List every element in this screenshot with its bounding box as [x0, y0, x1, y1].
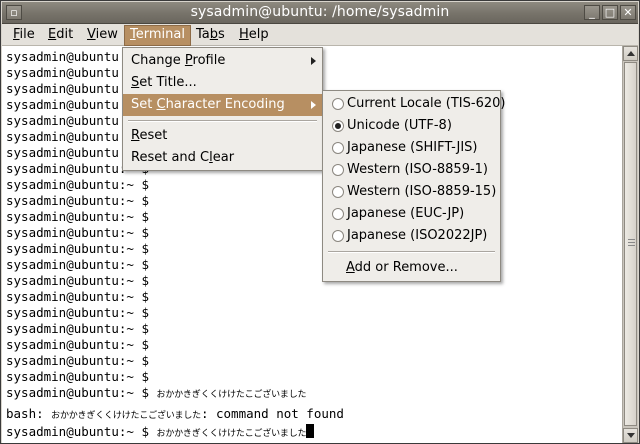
terminal-line-current: sysadmin@ubuntu:~ $ おかかきぎくくけけたこございました: [6, 423, 315, 440]
menu-item-reset-and-clear[interactable]: Reset and Clear: [123, 147, 322, 169]
radio-selected-icon: [332, 120, 344, 132]
encoding-option-euc-jp[interactable]: Japanese (EUC-JP): [323, 203, 500, 225]
terminal-line: sysadmin@ubuntu:~ $: [6, 225, 149, 240]
radio-icon: [332, 230, 344, 242]
radio-icon: [332, 208, 344, 220]
menu-separator: [328, 251, 495, 253]
encoding-option-iso-8859-1[interactable]: Western (ISO-8859-1): [323, 159, 500, 181]
japanese-text: おかかきぎくくけけたこございました: [156, 429, 307, 439]
radio-icon: [332, 164, 344, 176]
submenu-arrow-icon: [311, 101, 316, 109]
terminal-line-error: bash: おかかきぎくくけけたこございました: command not fou…: [6, 406, 344, 421]
window-title: sysadmin@ubuntu: /home/sysadmin: [190, 4, 450, 20]
menu-bar: File Edit View Terminal Tabs Help: [2, 24, 638, 46]
terminal-line: sysadmin@ubuntu:~ $ おかかきぎくくけけたこございました: [6, 385, 307, 400]
text-cursor: [306, 424, 315, 438]
encoding-option-shift-jis[interactable]: Japanese (SHIFT-JIS): [323, 137, 500, 159]
terminal-line: sysadmin@ubuntu:~ $: [6, 321, 149, 336]
minimize-icon[interactable]: _: [584, 5, 600, 20]
encoding-submenu: Current Locale (TIS-620) Unicode (UTF-8)…: [322, 90, 505, 282]
terminal-line: sysadmin@ubuntu: [6, 145, 119, 160]
terminal-line: sysadmin@ubuntu: [6, 97, 119, 112]
terminal-window: ▫ sysadmin@ubuntu: /home/sysadmin _ □ ✕ …: [0, 0, 640, 444]
radio-icon: [332, 142, 344, 154]
menu-item-set-character-encoding[interactable]: Set Character Encoding: [123, 94, 322, 116]
japanese-text: おかかきぎくくけけたこございました: [156, 390, 307, 400]
menu-item-set-title[interactable]: Set Title...: [123, 72, 322, 94]
menu-separator: [128, 120, 317, 122]
terminal-line: sysadmin@ubuntu:~ $: [6, 273, 149, 288]
japanese-text: おかかきぎくくけけたこございました: [51, 411, 201, 421]
menu-item-add-or-remove[interactable]: Add or Remove...: [323, 257, 500, 279]
terminal-line: sysadmin@ubuntu:~ $: [6, 177, 149, 192]
terminal-line: sysadmin@ubuntu: [6, 49, 119, 64]
terminal-line: sysadmin@ubuntu:~ $: [6, 369, 149, 384]
terminal-line: sysadmin@ubuntu: [6, 129, 119, 144]
scroll-up-icon[interactable]: [623, 46, 638, 61]
menu-tabs[interactable]: Tabs: [191, 26, 230, 45]
menu-help[interactable]: Help: [234, 26, 274, 45]
radio-icon: [332, 186, 344, 198]
menu-terminal[interactable]: Terminal: [124, 25, 191, 46]
terminal-line: sysadmin@ubuntu:~ $: [6, 257, 149, 272]
maximize-icon[interactable]: □: [602, 5, 618, 20]
terminal-line: sysadmin@ubuntu:~ $: [6, 289, 149, 304]
vertical-scrollbar[interactable]: [622, 46, 638, 443]
scrollbar-thumb[interactable]: [624, 62, 637, 426]
title-bar[interactable]: ▫ sysadmin@ubuntu: /home/sysadmin _ □ ✕: [2, 2, 638, 24]
menu-item-reset[interactable]: Reset: [123, 125, 322, 147]
terminal-line: sysadmin@ubuntu: [6, 65, 119, 80]
radio-icon: [332, 98, 344, 110]
terminal-line: sysadmin@ubuntu:~ $: [6, 193, 149, 208]
menu-view[interactable]: View: [82, 26, 123, 45]
terminal-line: sysadmin@ubuntu:~ $: [6, 241, 149, 256]
menu-item-change-profile[interactable]: Change Profile: [123, 50, 322, 72]
menu-edit[interactable]: Edit: [43, 26, 78, 45]
terminal-line: sysadmin@ubuntu:~ $: [6, 337, 149, 352]
terminal-dropdown-menu: Change Profile Set Title... Set Characte…: [122, 47, 323, 171]
terminal-line: sysadmin@ubuntu:~ $: [6, 353, 149, 368]
terminal-line: sysadmin@ubuntu: [6, 113, 119, 128]
close-icon[interactable]: ✕: [620, 5, 636, 20]
terminal-line: sysadmin@ubuntu:~ $: [6, 305, 149, 320]
terminal-line: sysadmin@ubuntu: [6, 81, 119, 96]
encoding-option-utf-8[interactable]: Unicode (UTF-8): [323, 115, 500, 137]
terminal-line: sysadmin@ubuntu:~ $: [6, 209, 149, 224]
menu-file[interactable]: File: [8, 26, 40, 45]
scroll-down-icon[interactable]: [623, 428, 638, 443]
encoding-option-iso-8859-15[interactable]: Western (ISO-8859-15): [323, 181, 500, 203]
encoding-option-iso2022jp[interactable]: Japanese (ISO2022JP): [323, 225, 500, 247]
submenu-arrow-icon: [311, 57, 316, 65]
encoding-option-tis-620[interactable]: Current Locale (TIS-620): [323, 93, 505, 115]
